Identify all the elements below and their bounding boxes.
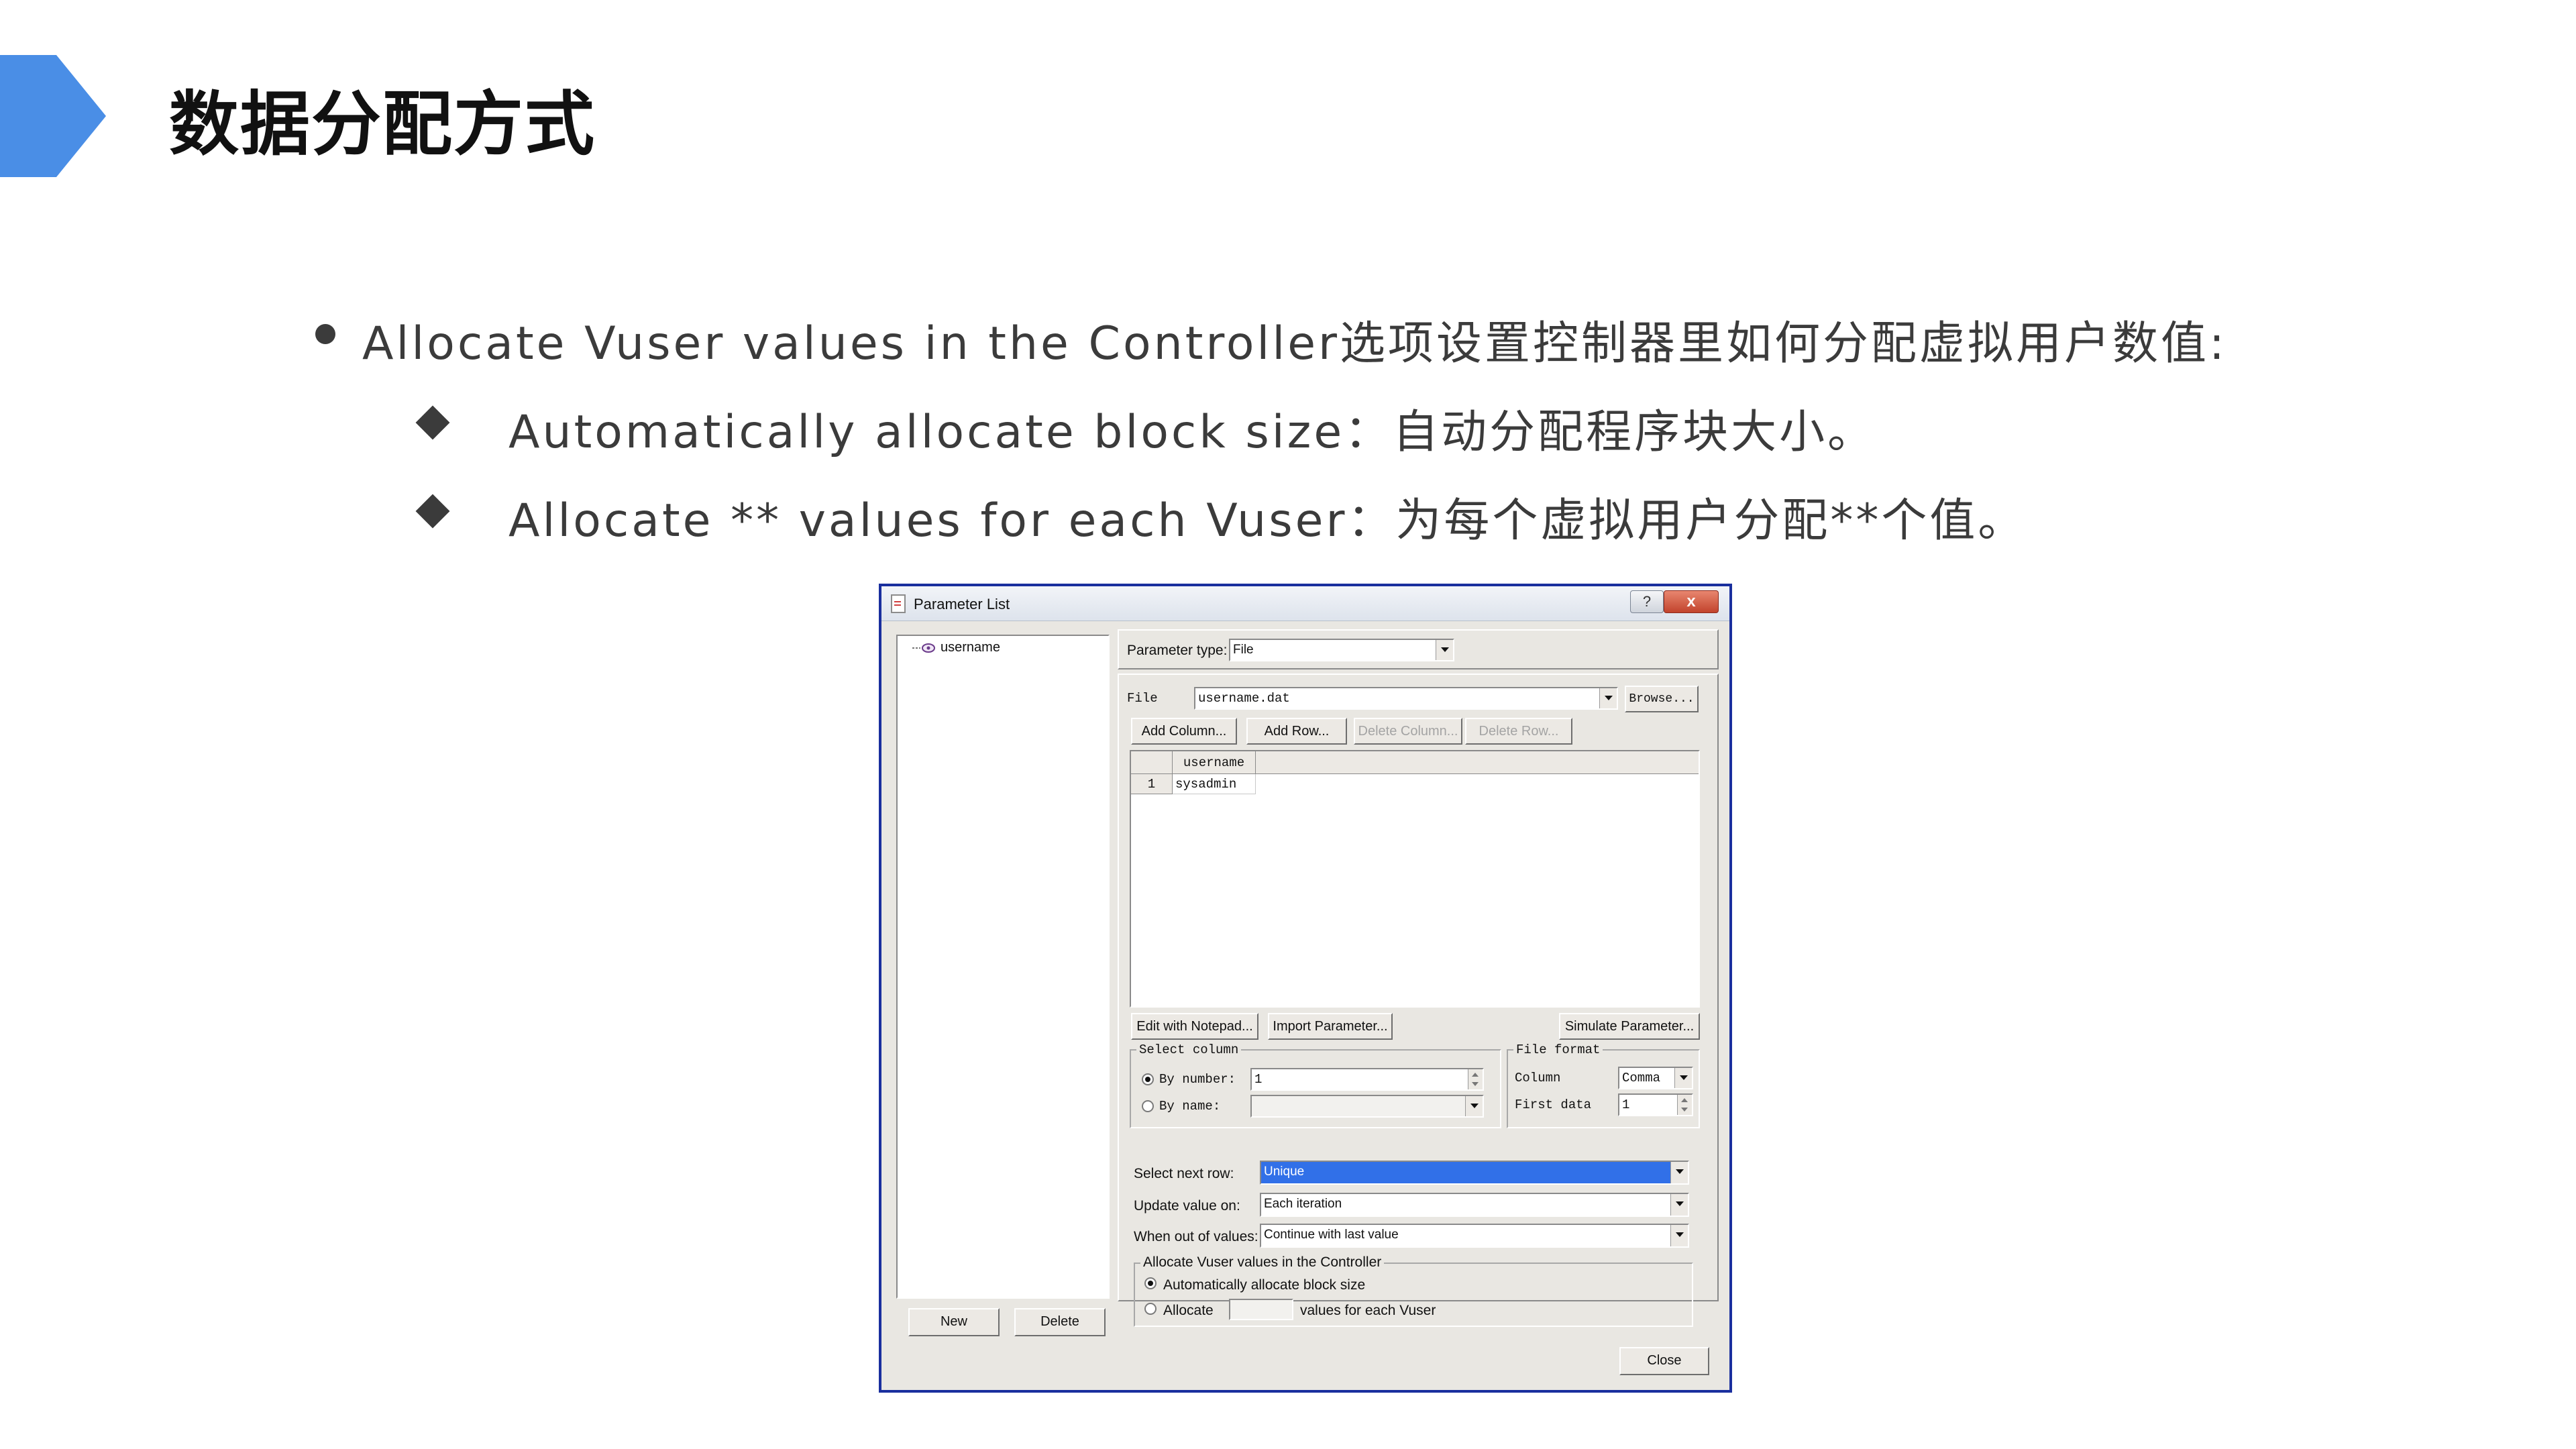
dialog-title: Parameter List [914,596,1010,612]
by-name-select[interactable] [1250,1095,1484,1118]
chevron-down-icon [1465,1096,1483,1116]
grid-corner [1131,751,1173,774]
by-number-input[interactable]: 1 [1250,1068,1484,1091]
chevron-down-icon [1674,1068,1692,1088]
by-name-radio[interactable] [1142,1100,1154,1112]
parameter-tree[interactable] [896,635,1110,1299]
chevron-down-icon [1670,1225,1688,1246]
document-icon [891,594,906,613]
bullet-main: Allocate Vuser values in the Controller选… [362,317,2227,370]
delete-row-button[interactable]: Delete Row... [1465,718,1572,745]
select-column-title: Select column [1136,1042,1242,1057]
select-next-row-label: Select next row: [1134,1166,1234,1181]
edit-with-notepad-button[interactable]: Edit with Notepad... [1131,1013,1258,1040]
delete-button[interactable]: Delete [1014,1308,1106,1336]
parameter-icon [912,643,935,653]
first-data-input[interactable]: 1 [1618,1093,1693,1116]
column-format-value: Comma [1622,1071,1661,1085]
close-button[interactable]: Close [1619,1347,1709,1375]
update-value-on-label: Update value on: [1134,1198,1240,1214]
grid-row-number[interactable]: 1 [1131,774,1173,794]
column-label: Column [1515,1071,1561,1085]
bullet-dot-icon [315,324,335,344]
when-out-of-values-select[interactable]: Continue with last value [1260,1224,1689,1248]
help-button[interactable]: ? [1630,590,1664,613]
allocate-vuser-title: Allocate Vuser values in the Controller [1140,1254,1385,1271]
spinner-icon [1677,1095,1692,1115]
bullet-auto-block: Automatically allocate block size：自动分配程序… [508,406,1876,459]
update-value-on-value: Each iteration [1264,1197,1342,1211]
data-grid[interactable]: username 1 sysadmin [1130,750,1700,1008]
select-next-row-value: Unique [1264,1165,1305,1179]
tree-item-username[interactable]: username [941,640,1000,655]
chevron-down-icon [1436,640,1453,660]
allocate-label: Allocate [1163,1303,1214,1318]
parameter-type-value: File [1233,643,1254,657]
browse-button[interactable]: Browse... [1625,686,1699,712]
allocate-radio[interactable] [1144,1303,1157,1315]
first-data-value: 1 [1622,1097,1630,1112]
file-path-value: username.dat [1198,691,1290,706]
grid-header: username [1131,751,1699,774]
new-button[interactable]: New [908,1308,1000,1336]
chevron-down-icon [1670,1194,1688,1216]
first-data-label: First data [1515,1097,1592,1112]
grid-cell[interactable]: sysadmin [1173,774,1256,794]
by-number-radio[interactable] [1142,1073,1154,1085]
update-value-on-select[interactable]: Each iteration [1260,1193,1689,1217]
title-chevron-icon [0,55,106,177]
file-format-title: File format [1513,1042,1603,1057]
parameter-type-label: Parameter type: [1127,643,1228,658]
chevron-down-icon [1599,688,1617,708]
simulate-parameter-button[interactable]: Simulate Parameter... [1559,1013,1700,1040]
values-for-each-vuser-label: values for each Vuser [1300,1303,1436,1318]
when-out-of-values-label: When out of values: [1134,1229,1258,1244]
by-name-label: By name: [1159,1099,1221,1114]
parameter-type-select[interactable]: File [1229,639,1454,661]
parameter-list-dialog: Parameter List ? x username New Delete P… [879,584,1732,1393]
slide-title: 数据分配方式 [169,83,596,165]
by-number-value: 1 [1254,1072,1263,1087]
close-x-button[interactable]: x [1664,590,1719,613]
import-parameter-button[interactable]: Import Parameter... [1268,1013,1393,1040]
auto-allocate-label: Automatically allocate block size [1163,1277,1366,1293]
file-path-select[interactable]: username.dat [1194,687,1618,710]
spinner-icon [1468,1069,1483,1089]
allocate-count-input[interactable] [1229,1299,1293,1320]
dialog-titlebar[interactable]: Parameter List ? x [881,586,1729,621]
file-label: File [1127,691,1158,706]
bullet-diamond-icon [415,494,450,529]
bullet-allocate-values: Allocate ** values for each Vuser：为每个虚拟用… [508,494,2027,547]
when-out-of-values-value: Continue with last value [1264,1228,1399,1242]
auto-allocate-radio[interactable] [1144,1277,1157,1289]
bullet-diamond-icon [415,405,450,440]
select-next-row-select[interactable]: Unique [1260,1161,1689,1185]
add-column-button[interactable]: Add Column... [1131,718,1237,745]
delete-column-button[interactable]: Delete Column... [1354,718,1462,745]
column-format-select[interactable]: Comma [1618,1067,1693,1089]
grid-column-header[interactable]: username [1173,751,1256,774]
add-row-button[interactable]: Add Row... [1246,718,1347,745]
by-number-label: By number: [1159,1072,1236,1087]
chevron-down-icon [1670,1162,1688,1183]
